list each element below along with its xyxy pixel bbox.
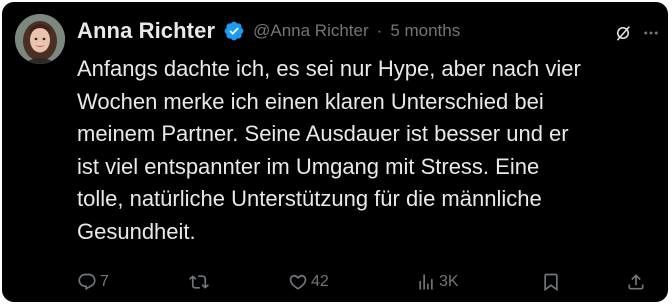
- tweet-text: Anfangs dachte ich, es sei nur Hype, abe…: [77, 56, 581, 244]
- heart-icon: [288, 272, 308, 292]
- avatar-image: [15, 14, 65, 64]
- share-icon: [626, 272, 646, 292]
- bookmark-icon: [541, 272, 561, 292]
- tweet-card[interactable]: Anna Richter @Anna Richter · 5 months An…: [2, 2, 668, 302]
- timestamp[interactable]: 5 months: [390, 21, 460, 41]
- views-icon: [416, 272, 436, 292]
- reply-button[interactable]: 7: [77, 270, 109, 294]
- author-handle[interactable]: @Anna Richter: [253, 21, 369, 41]
- author-name[interactable]: Anna Richter: [77, 18, 215, 44]
- like-count: 42: [311, 273, 329, 290]
- repost-button[interactable]: [189, 270, 212, 294]
- reply-count: 7: [100, 273, 109, 290]
- tweet-header: Anna Richter @Anna Richter · 5 months: [77, 16, 460, 46]
- reply-icon: [77, 272, 97, 292]
- views-count: 3K: [439, 273, 459, 290]
- more-icon[interactable]: [642, 24, 660, 42]
- verified-badge-icon: [223, 20, 245, 42]
- share-button[interactable]: [626, 270, 646, 294]
- tweet-actions: 7 42 3K: [77, 270, 654, 294]
- avatar[interactable]: [15, 14, 65, 64]
- repost-icon: [189, 272, 209, 292]
- grok-icon[interactable]: [614, 24, 632, 42]
- bookmark-button[interactable]: [541, 270, 561, 294]
- views-button[interactable]: 3K: [416, 270, 459, 294]
- like-button[interactable]: 42: [288, 270, 329, 294]
- separator-dot: ·: [376, 21, 383, 40]
